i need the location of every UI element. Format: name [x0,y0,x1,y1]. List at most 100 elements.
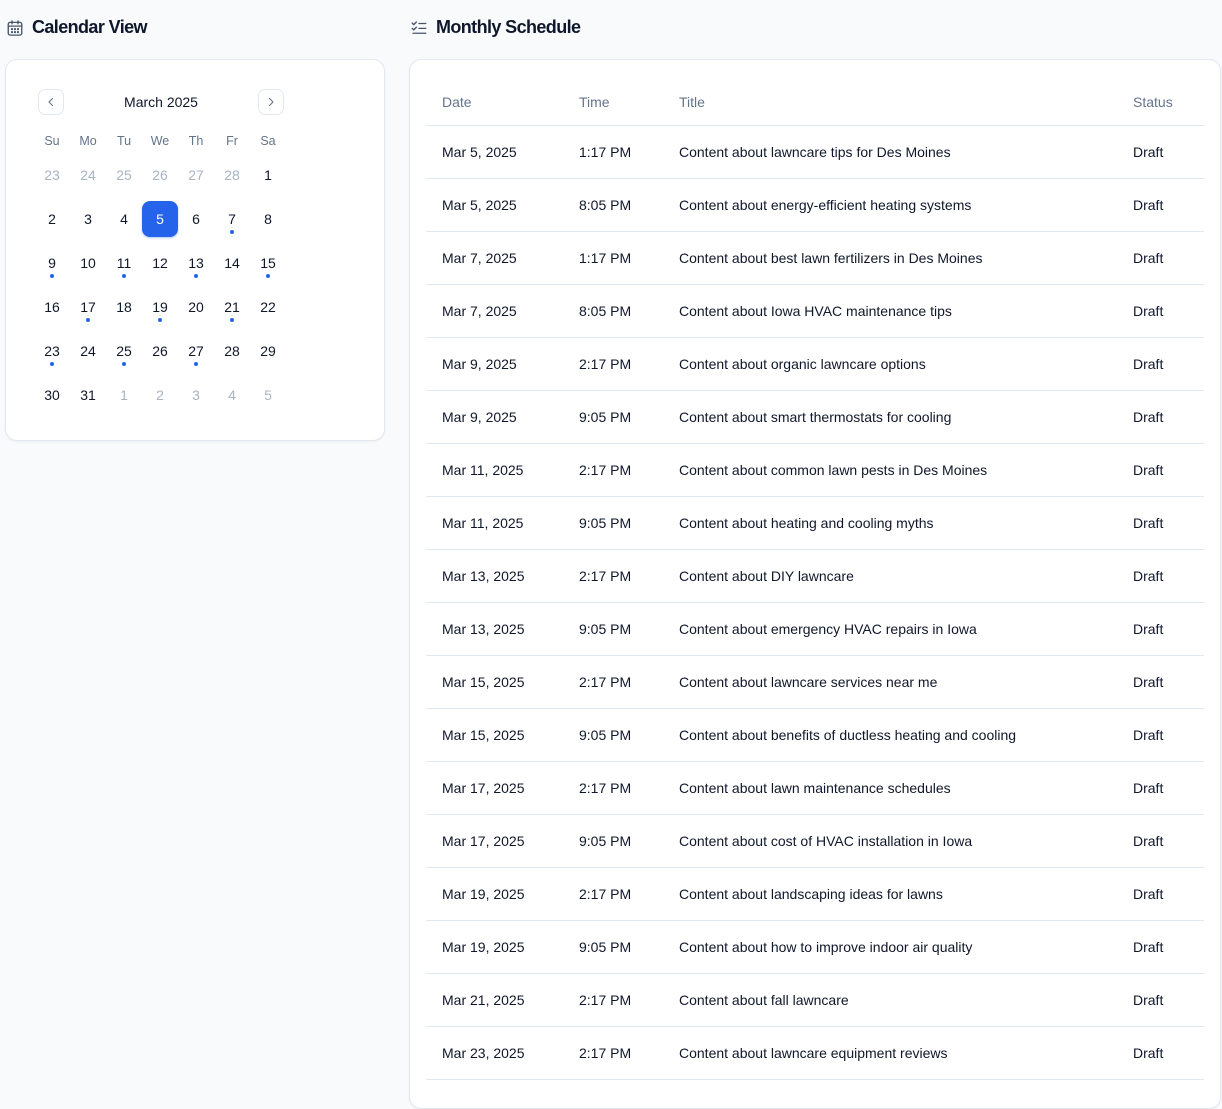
cell-status: Draft [1133,886,1164,902]
calendar-day[interactable]: 23 [34,157,70,193]
calendar-day-number: 24 [80,343,96,359]
calendar-day[interactable]: 19 [142,289,178,325]
calendar-day[interactable]: 4 [214,377,250,413]
calendar-day[interactable]: 25 [106,157,142,193]
table-row[interactable]: Mar 7, 2025 1:17 PM Content about best law… [426,232,1204,285]
cell-time: 2:17 PM [579,462,632,478]
event-indicator-dot [230,230,234,234]
calendar-day[interactable]: 24 [70,333,106,369]
cell-status: Draft [1133,462,1164,478]
calendar-day[interactable]: 27 [178,333,214,369]
calendar-day[interactable]: 21 [214,289,250,325]
calendar-day-number: 3 [192,387,200,403]
calendar-day[interactable]: 5 [250,377,286,413]
table-row[interactable]: Mar 15, 2025 2:17 PM Content about lawncar… [426,656,1204,709]
calendar-day[interactable]: 11 [106,245,142,281]
calendar-day[interactable]: 2 [142,377,178,413]
table-row[interactable]: Mar 5, 2025 1:17 PM Content about lawncare… [426,126,1204,179]
cell-date: Mar 17, 2025 [442,833,525,849]
column-header-time: Time [579,93,610,110]
cell-time: 1:17 PM [579,250,632,266]
cell-status: Draft [1133,833,1164,849]
table-row[interactable]: Mar 11, 2025 2:17 PM Content about common … [426,444,1204,497]
calendar-day[interactable]: 14 [214,245,250,281]
table-row[interactable]: Mar 13, 2025 9:05 PM Content about emergen… [426,603,1204,656]
calendar-day[interactable]: 10 [70,245,106,281]
table-row[interactable]: Mar 19, 2025 2:17 PM Content about landsca… [426,868,1204,921]
table-row[interactable]: Mar 19, 2025 9:05 PM Content about how to … [426,921,1204,974]
calendar-day[interactable]: 18 [106,289,142,325]
cell-time: 2:17 PM [579,1045,632,1061]
calendar-day-number: 6 [192,211,200,227]
calendar-day[interactable]: 28 [214,333,250,369]
calendar-day[interactable]: 20 [178,289,214,325]
cell-title: Content about heating and cooling myths [679,515,934,531]
table-row[interactable]: Mar 15, 2025 9:05 PM Content about benefit… [426,709,1204,762]
calendar-day[interactable]: 16 [34,289,70,325]
cell-status: Draft [1133,939,1164,955]
table-row[interactable]: Mar 5, 2025 8:05 PM Content about energy-e… [426,179,1204,232]
column-header-date: Date [442,93,472,110]
event-indicator-dot [194,274,198,278]
calendar-day-selected[interactable]: 5 [142,201,178,237]
calendar-day-number: 26 [152,167,168,183]
calendar-day[interactable]: 6 [178,201,214,237]
calendar-day[interactable]: 23 [34,333,70,369]
calendar-day[interactable]: 3 [178,377,214,413]
calendar-day[interactable]: 26 [142,333,178,369]
calendar-day[interactable]: 9 [34,245,70,281]
calendar-day[interactable]: 24 [70,157,106,193]
table-row[interactable]: Mar 9, 2025 2:17 PM Content about organic … [426,338,1204,391]
calendar-day-number: 30 [44,387,60,403]
cell-time: 9:05 PM [579,621,632,637]
event-indicator-dot [158,318,162,322]
calendar-day[interactable]: 3 [70,201,106,237]
calendar-day[interactable]: 28 [214,157,250,193]
calendar-day[interactable]: 25 [106,333,142,369]
cell-date: Mar 13, 2025 [442,621,525,637]
calendar-day-number: 28 [224,167,240,183]
calendar-day[interactable]: 27 [178,157,214,193]
cell-date: Mar 5, 2025 [442,197,517,213]
table-row[interactable]: Mar 7, 2025 8:05 PM Content about Iowa HVA… [426,285,1204,338]
calendar-day[interactable]: 2 [34,201,70,237]
cell-title: Content about lawncare services near me [679,674,938,690]
table-row[interactable]: Mar 9, 2025 9:05 PM Content about smart th… [426,391,1204,444]
cell-title: Content about smart thermostats for cool… [679,409,952,425]
next-month-button[interactable] [258,89,284,115]
calendar-day[interactable]: 29 [250,333,286,369]
calendar-day[interactable]: 7 [214,201,250,237]
calendar-day[interactable]: 17 [70,289,106,325]
calendar-day[interactable]: 8 [250,201,286,237]
calendar-day[interactable]: 12 [142,245,178,281]
cell-time: 8:05 PM [579,303,632,319]
calendar-day[interactable]: 26 [142,157,178,193]
calendar-day[interactable]: 1 [106,377,142,413]
table-body: Mar 5, 2025 1:17 PM Content about lawncare… [426,126,1204,1080]
calendar-day[interactable]: 22 [250,289,286,325]
cell-title: Content about best lawn fertilizers in D… [679,250,983,266]
event-indicator-dot [122,274,126,278]
calendar-day-number: 27 [188,167,204,183]
cell-status: Draft [1133,197,1164,213]
calendar-day[interactable]: 30 [34,377,70,413]
table-row[interactable]: Mar 13, 2025 2:17 PM Content about DIY law… [426,550,1204,603]
calendar-day[interactable]: 15 [250,245,286,281]
previous-month-button[interactable] [38,89,64,115]
table-row[interactable]: Mar 17, 2025 2:17 PM Content about lawn ma… [426,762,1204,815]
table-row[interactable]: Mar 23, 2025 2:17 PM Content about lawncar… [426,1027,1204,1080]
cell-title: Content about fall lawncare [679,992,849,1008]
cell-date: Mar 9, 2025 [442,409,517,425]
table-row[interactable]: Mar 11, 2025 9:05 PM Content about heating… [426,497,1204,550]
cell-status: Draft [1133,674,1164,690]
calendar-day[interactable]: 31 [70,377,106,413]
table-row[interactable]: Mar 17, 2025 9:05 PM Content about cost of… [426,815,1204,868]
calendar-day-number: 8 [264,211,272,227]
cell-title: Content about how to improve indoor air … [679,939,973,955]
table-row[interactable]: Mar 21, 2025 2:17 PM Content about fall la… [426,974,1204,1027]
calendar-card: March 2025 Su Mo Tu We Th Fr Sa 23 24 25 26 27 28 1 2… [5,59,385,441]
calendar-day[interactable]: 4 [106,201,142,237]
calendar-day[interactable]: 13 [178,245,214,281]
calendar-day[interactable]: 1 [250,157,286,193]
chevron-left-icon [45,96,57,108]
